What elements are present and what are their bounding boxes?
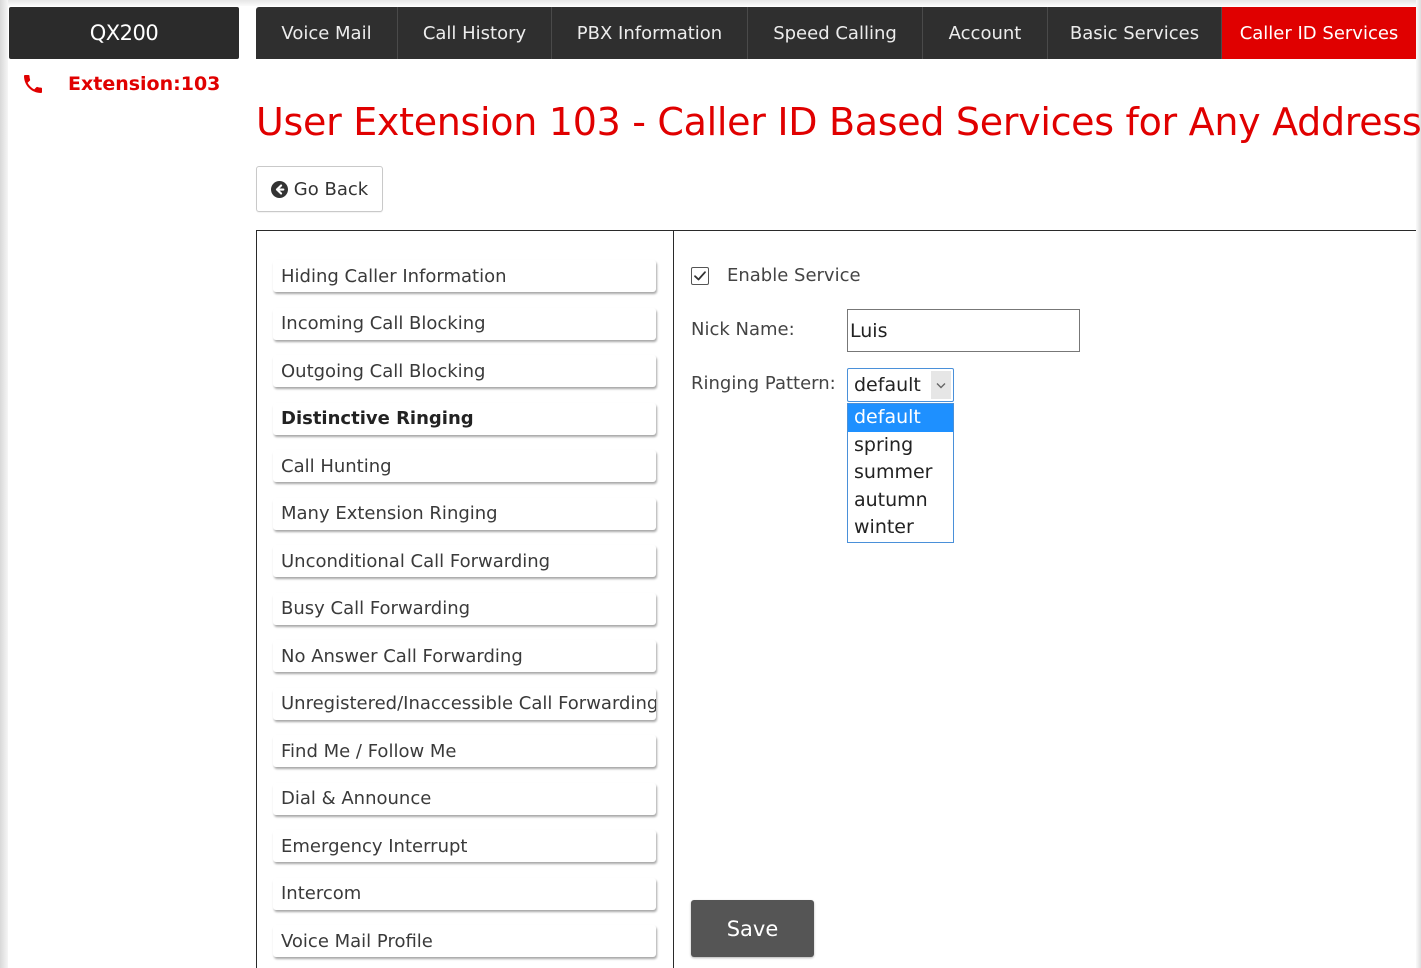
tab-pbx-information[interactable]: PBX Information: [552, 7, 748, 59]
nick-name-label: Nick Name:: [691, 319, 795, 340]
service-outgoing-call-blocking[interactable]: Outgoing Call Blocking: [273, 355, 656, 387]
service-voice-mail-profile[interactable]: Voice Mail Profile: [273, 925, 656, 957]
service-many-extension-ringing[interactable]: Many Extension Ringing: [273, 497, 656, 530]
window-shadow-left: [0, 0, 8, 968]
ringing-pattern-value: default: [854, 374, 921, 396]
service-unconditional-call-forwarding[interactable]: Unconditional Call Forwarding: [273, 545, 656, 577]
tab-speed-calling[interactable]: Speed Calling: [748, 7, 923, 59]
service-busy-call-forwarding[interactable]: Busy Call Forwarding: [273, 592, 656, 625]
page-title: User Extension 103 - Caller ID Based Ser…: [256, 100, 1421, 144]
service-intercom[interactable]: Intercom: [273, 877, 656, 910]
extension-indicator: Extension:103: [20, 72, 220, 96]
ringing-pattern-options: default spring summer autumn winter: [847, 403, 954, 543]
app-window: QX200 Voice Mail Call History PBX Inform…: [0, 0, 1421, 968]
ringing-pattern-label: Ringing Pattern:: [691, 373, 836, 394]
enable-service-checkbox[interactable]: [691, 266, 709, 285]
ringing-pattern-select[interactable]: default: [847, 368, 954, 402]
chevron-down-icon: [931, 371, 951, 399]
phone-icon: [24, 75, 42, 93]
ringing-option-winter[interactable]: winter: [848, 514, 953, 542]
ringing-option-default[interactable]: default: [848, 404, 953, 432]
panel-divider: [673, 231, 674, 968]
checkmark-icon: [694, 270, 706, 280]
service-dial-announce[interactable]: Dial & Announce: [273, 782, 656, 815]
enable-service-label: Enable Service: [727, 265, 861, 286]
go-back-button[interactable]: Go Back: [256, 166, 383, 212]
tab-call-history[interactable]: Call History: [398, 7, 552, 59]
arrow-circle-left-icon: [270, 180, 288, 198]
go-back-label: Go Back: [293, 178, 369, 200]
service-list: Hiding Caller Information Incoming Call …: [273, 260, 657, 968]
extension-label: Extension:103: [68, 73, 221, 95]
nick-name-input[interactable]: [847, 309, 1080, 352]
save-button[interactable]: Save: [691, 900, 814, 957]
top-navigation: Voice Mail Call History PBX Information …: [256, 7, 1416, 59]
service-distinctive-ringing[interactable]: Distinctive Ringing: [273, 402, 656, 435]
service-emergency-interrupt[interactable]: Emergency Interrupt: [273, 830, 656, 862]
ringing-option-spring[interactable]: spring: [848, 432, 953, 460]
ringing-option-autumn[interactable]: autumn: [848, 487, 953, 515]
brand-logo: QX200: [9, 7, 239, 59]
tab-voice-mail[interactable]: Voice Mail: [256, 7, 398, 59]
service-unregistered-call-forwarding[interactable]: Unregistered/Inaccessible Call Forwardin…: [273, 687, 656, 720]
window-shadow-right: [1416, 0, 1421, 968]
enable-service-row: Enable Service: [691, 265, 861, 286]
service-hiding-caller-information[interactable]: Hiding Caller Information: [273, 260, 656, 292]
ringing-option-summer[interactable]: summer: [848, 459, 953, 487]
window-shadow-top: [0, 0, 1421, 6]
tab-caller-id-services[interactable]: Caller ID Services: [1222, 7, 1416, 59]
tab-account[interactable]: Account: [923, 7, 1048, 59]
service-incoming-call-blocking[interactable]: Incoming Call Blocking: [273, 307, 656, 340]
service-no-answer-call-forwarding[interactable]: No Answer Call Forwarding: [273, 640, 656, 672]
tab-basic-services[interactable]: Basic Services: [1048, 7, 1222, 59]
service-find-me-follow-me[interactable]: Find Me / Follow Me: [273, 735, 656, 767]
service-call-hunting[interactable]: Call Hunting: [273, 450, 656, 482]
